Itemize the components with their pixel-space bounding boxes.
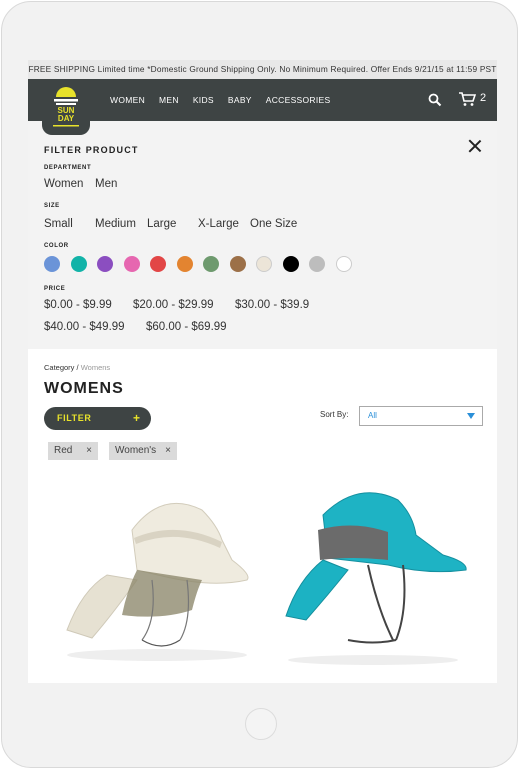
color-label: COLOR [44, 243, 69, 249]
home-button[interactable] [245, 708, 277, 740]
logo-text-day: DAY [58, 114, 75, 123]
promo-banner: FREE SHIPPING Limited time *Domestic Gro… [28, 60, 497, 79]
product-card-cream-hat[interactable] [52, 480, 262, 670]
nav-item-kids[interactable]: KIDS [193, 95, 214, 105]
remove-icon[interactable]: × [165, 442, 171, 460]
active-filter-tag-womens[interactable]: Women's × [109, 442, 177, 460]
product-card-teal-hat[interactable] [268, 480, 478, 670]
department-option-men[interactable]: Men [95, 178, 117, 190]
sort-select[interactable]: All [359, 406, 483, 426]
nav-item-accessories[interactable]: ACCESSORIES [266, 95, 331, 105]
breadcrumb-root[interactable]: Category [44, 363, 74, 372]
size-label: SIZE [44, 203, 60, 209]
color-swatch[interactable] [176, 256, 193, 272]
price-option[interactable]: $30.00 - $39.9 [235, 299, 309, 311]
top-nav: SUN DAY WOMEN MEN KIDS BABY ACCESSORIES … [28, 79, 497, 135]
chevron-down-icon [467, 413, 475, 419]
size-option-small[interactable]: Small [44, 218, 73, 230]
breadcrumb-separator: / [76, 363, 79, 372]
filter-toggle-button[interactable]: FILTER + [44, 407, 151, 430]
cart-count: 2 [480, 92, 487, 104]
sort-value: All [368, 411, 377, 420]
size-option-large[interactable]: Large [147, 218, 176, 230]
color-swatch[interactable] [309, 256, 325, 272]
price-option[interactable]: $0.00 - $9.99 [44, 299, 112, 311]
color-swatch[interactable] [229, 256, 246, 272]
breadcrumb: Category / Womens [44, 363, 110, 372]
color-swatch[interactable] [123, 256, 140, 272]
color-swatch[interactable] [150, 256, 166, 272]
nav-item-men[interactable]: MEN [159, 95, 179, 105]
price-option[interactable]: $60.00 - $69.99 [146, 321, 227, 333]
sunday-afternoons-logo-icon[interactable]: SUN DAY [42, 79, 90, 135]
active-filter-tag-red[interactable]: Red × [48, 442, 98, 460]
screen: FREE SHIPPING Limited time *Domestic Gro… [28, 60, 497, 683]
department-label: DEPARTMENT [44, 165, 92, 171]
cart-icon[interactable] [458, 91, 477, 107]
page-title: WOMENS [44, 380, 124, 397]
search-icon[interactable] [428, 93, 442, 107]
remove-icon[interactable]: × [86, 442, 92, 460]
filter-button-label: FILTER [57, 413, 92, 423]
color-swatch[interactable] [256, 256, 272, 272]
color-swatch[interactable] [282, 256, 299, 272]
price-option[interactable]: $40.00 - $49.99 [44, 321, 125, 333]
breadcrumb-current: Womens [80, 363, 111, 372]
filter-panel: FILTER PRODUCT DEPARTMENT Women Men SIZE… [28, 121, 497, 349]
price-option[interactable]: $20.00 - $29.99 [133, 299, 214, 311]
close-icon[interactable] [468, 139, 482, 153]
color-swatch[interactable] [97, 256, 113, 272]
filter-panel-title: FILTER PRODUCT [44, 145, 139, 155]
sort-label: Sort By: [320, 410, 349, 419]
nav-item-women[interactable]: WOMEN [110, 95, 145, 105]
tag-label: Women's [115, 445, 157, 456]
color-swatch[interactable] [203, 256, 219, 272]
plus-icon: + [132, 411, 140, 425]
color-swatch[interactable] [44, 256, 60, 272]
size-option-x-large[interactable]: X-Large [198, 218, 239, 230]
nav-menu: WOMEN MEN KIDS BABY ACCESSORIES [110, 79, 330, 121]
size-option-one-size[interactable]: One Size [250, 218, 297, 230]
tag-label: Red [54, 445, 73, 456]
price-label: PRICE [44, 286, 66, 292]
product-image-cream-hat [66, 502, 249, 661]
color-swatch[interactable] [70, 256, 87, 272]
nav-item-baby[interactable]: BABY [228, 95, 252, 105]
color-swatch[interactable] [335, 256, 352, 272]
size-option-medium[interactable]: Medium [95, 218, 136, 230]
department-option-women[interactable]: Women [44, 178, 83, 190]
product-image-teal-hat [285, 492, 467, 665]
